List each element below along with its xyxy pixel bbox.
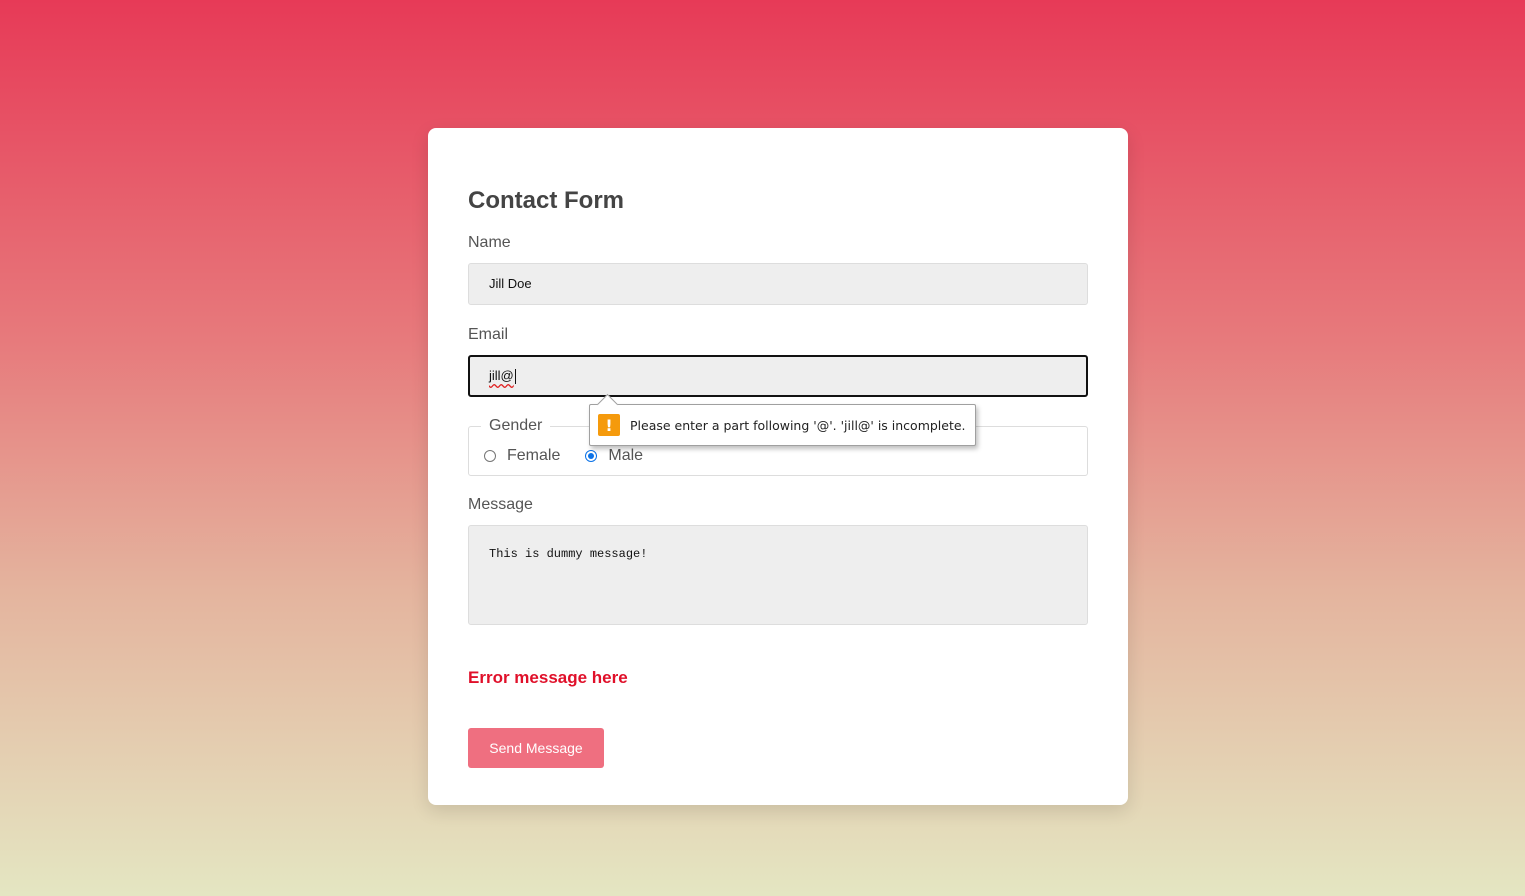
male-label[interactable]: Male (608, 446, 643, 466)
female-radio[interactable] (484, 450, 496, 462)
male-radio[interactable] (585, 450, 598, 462)
gender-options: Female Male (484, 446, 643, 466)
message-label: Message (468, 496, 533, 513)
validation-tooltip: ! Please enter a part following '@'. 'ji… (589, 393, 976, 446)
text-caret (514, 369, 516, 385)
form-title: Contact Form (468, 187, 624, 214)
name-label: Name (468, 234, 511, 251)
email-input-value: jill@ (489, 368, 514, 383)
name-input[interactable]: Jill Doe (468, 263, 1088, 305)
validation-message: Please enter a part following '@'. 'jill… (630, 417, 966, 433)
gender-legend: Gender (481, 416, 551, 436)
message-textarea[interactable]: This is dummy message! (468, 525, 1088, 625)
name-input-value: Jill Doe (489, 276, 532, 291)
message-textarea-value: This is dummy message! (489, 547, 648, 561)
error-message: Error message here (468, 668, 628, 687)
contact-form-card: Contact Form Name Jill Doe Email jill@ G… (428, 128, 1128, 805)
email-input[interactable]: jill@ (468, 355, 1088, 397)
female-label[interactable]: Female (507, 446, 560, 466)
warning-icon: ! (598, 414, 620, 436)
send-message-button[interactable]: Send Message (468, 728, 604, 768)
email-label: Email (468, 326, 509, 343)
